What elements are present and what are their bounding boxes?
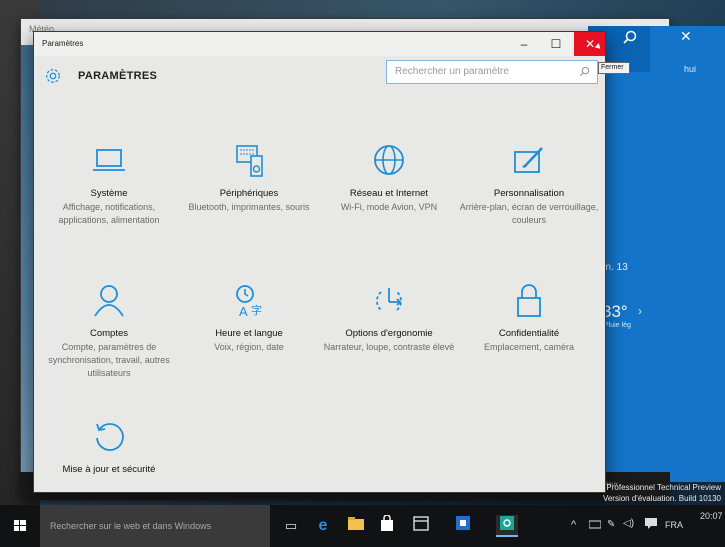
tile-title: Confidentialité [498, 328, 560, 339]
network-icon[interactable] [588, 519, 602, 531]
tile-title: Personnalisation [493, 188, 565, 199]
tile-title: Périphériques [219, 188, 279, 199]
taskbar: Rechercher sur le web et dans Windows ▭ … [0, 505, 725, 547]
minimize-button[interactable]: – [509, 32, 539, 56]
tile-heure-langue[interactable]: A 字 Heure et langue Voix, région, date [179, 280, 319, 354]
system-tray: ^ ✎ ◁) FRA 20:07 [565, 505, 725, 547]
tile-ergonomie[interactable]: Options d'ergonomie Narrateur, loupe, co… [319, 280, 459, 354]
page-title: PARAMÈTRES [78, 70, 158, 82]
taskbar-search-placeholder: Rechercher sur le web et dans Windows [50, 521, 212, 531]
close-tooltip: Fermer [598, 62, 630, 74]
svg-text:字: 字 [251, 303, 262, 317]
windows-logo-icon [14, 520, 26, 531]
clock[interactable]: 20:07 [700, 511, 723, 521]
tile-description: Narrateur, loupe, contraste élevé [323, 342, 455, 352]
language-indicator[interactable]: FRA [665, 520, 683, 530]
volume-icon[interactable]: ◁) [623, 518, 634, 529]
close-button[interactable]: ✕ [574, 32, 605, 56]
meteo-search-icon[interactable] [618, 30, 642, 54]
task-view-icon[interactable]: ▭ [280, 515, 302, 537]
settings-window[interactable]: Paramètres – ☐ ✕ PARAMÈTRES Système Affi… [33, 31, 606, 493]
update-icon [96, 423, 124, 451]
meteo-panel-close-icon[interactable]: ✕ [680, 28, 692, 45]
user-icon [94, 285, 124, 317]
tile-title: Mise à jour et sécurité [62, 464, 156, 475]
search-icon[interactable] [579, 66, 591, 78]
tile-description: Arrière-plan, écran de verrouillage, cou… [459, 202, 599, 225]
tile-description: Affichage, notifications, applications, … [58, 202, 160, 225]
tile-description: Compte, paramètres de synchronisation, t… [48, 342, 170, 378]
globe-icon [374, 145, 404, 175]
devices-icon [236, 145, 263, 177]
notifications-icon[interactable] [645, 517, 657, 531]
tile-peripheriques[interactable]: Périphériques Bluetooth, imprimantes, so… [179, 140, 319, 214]
search-input[interactable] [395, 66, 575, 77]
store-icon[interactable] [376, 514, 398, 537]
tile-systeme[interactable]: Système Affichage, notifications, applic… [39, 140, 179, 227]
settings-header: PARAMÈTRES [44, 64, 157, 88]
tile-title: Comptes [89, 328, 128, 339]
calendar-icon[interactable] [410, 515, 432, 537]
tile-mise-a-jour[interactable]: Mise à jour et sécurité [39, 416, 179, 475]
tile-comptes[interactable]: Comptes Compte, paramètres de synchronis… [39, 280, 179, 380]
search-field[interactable] [386, 60, 598, 84]
tile-title: Réseau et Internet [349, 188, 429, 199]
tile-title: Options d'ergonomie [345, 328, 433, 339]
watermark-line: Version d'évaluation. Build 10130 [602, 494, 721, 503]
settings-window-title: Paramètres [42, 39, 84, 48]
time-language-icon: A 字 [236, 285, 262, 319]
svg-text:A: A [239, 304, 248, 319]
file-explorer-icon[interactable] [345, 515, 367, 537]
taskbar-search-box[interactable]: Rechercher sur le web et dans Windows [40, 505, 270, 547]
app-icon[interactable] [452, 515, 474, 537]
tile-description: Wi-Fi, mode Avion, VPN [340, 202, 438, 212]
tile-title: Heure et langue [215, 328, 283, 339]
tile-title: Système [90, 188, 128, 199]
paint-icon [514, 147, 543, 173]
tile-description: Bluetooth, imprimantes, souris [188, 202, 310, 212]
meteo-side-panel [588, 26, 725, 482]
edge-browser-icon[interactable]: e [312, 515, 334, 537]
meteo-side-text: hui [684, 64, 697, 74]
ease-of-access-icon [376, 288, 402, 311]
tile-description: Emplacement, caméra [483, 342, 575, 352]
meteo-next-chevron-icon[interactable]: › [638, 304, 642, 318]
tile-reseau[interactable]: Réseau et Internet Wi-Fi, mode Avion, VP… [319, 140, 459, 214]
chevron-up-icon[interactable]: ^ [571, 519, 576, 531]
watermark-line: Windows 10 Professionnel Technical Previ… [560, 483, 721, 492]
laptop-icon [93, 149, 125, 171]
settings-app-icon[interactable] [496, 515, 518, 537]
maximize-button[interactable]: ☐ [541, 32, 571, 56]
tile-confidentialite[interactable]: Confidentialité Emplacement, caméra [459, 280, 599, 354]
lock-icon [517, 284, 541, 317]
meteo-condition: Pluie lég [604, 322, 631, 329]
tile-description: Voix, région, date [214, 342, 284, 352]
pen-icon[interactable]: ✎ [607, 519, 615, 530]
start-button[interactable] [0, 505, 40, 547]
tile-personnalisation[interactable]: Personnalisation Arrière-plan, écran de … [459, 140, 599, 227]
gear-icon [46, 69, 60, 83]
